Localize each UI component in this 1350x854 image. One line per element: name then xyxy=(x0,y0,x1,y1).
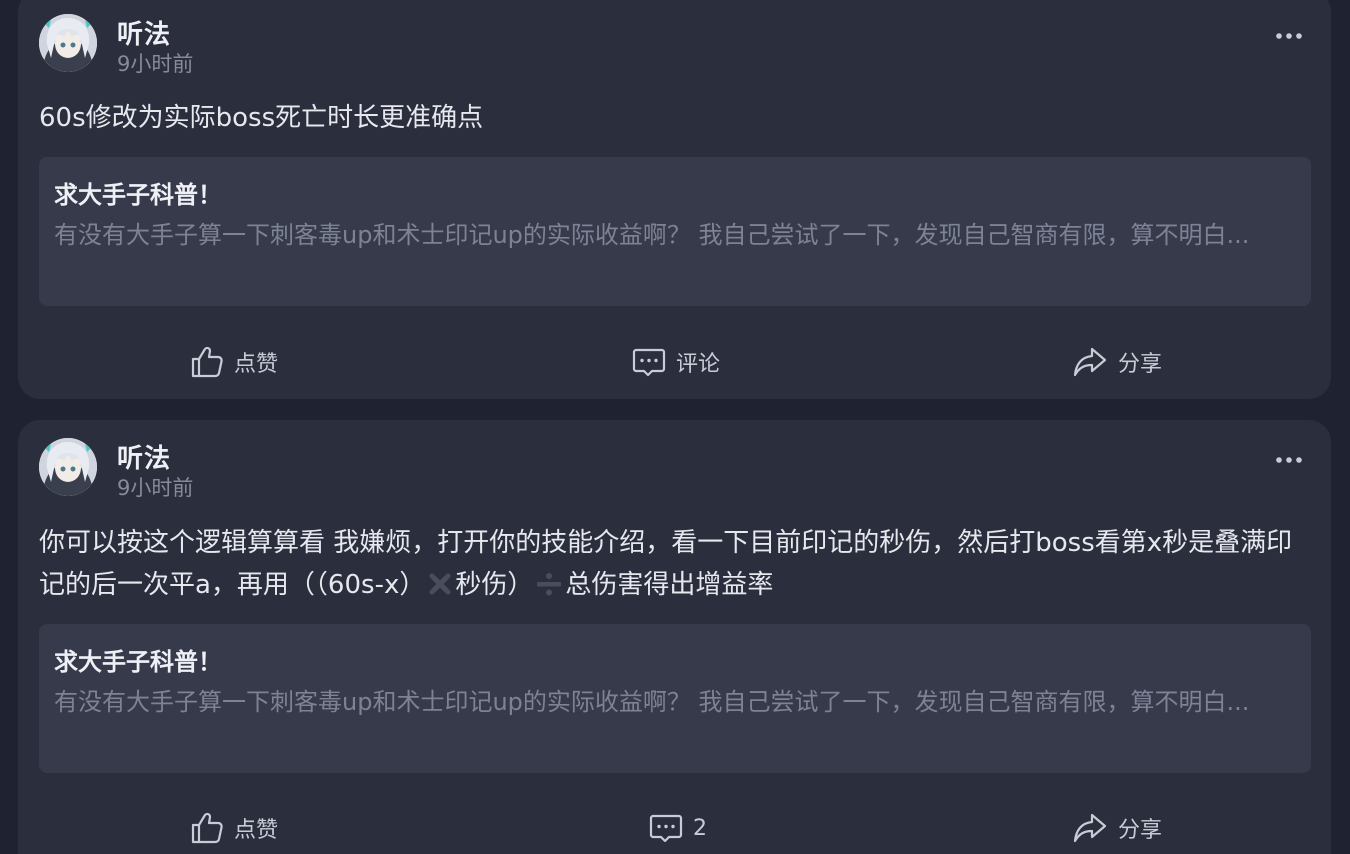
multiply-icon xyxy=(427,568,453,610)
more-options-button[interactable] xyxy=(1269,446,1309,474)
quoted-post-excerpt: 有没有大手子算一下刺客毒up和术士印记up的实际收益啊？ 我自己尝试了一下，发现… xyxy=(54,688,1250,716)
comment-label: 评论 xyxy=(676,352,721,377)
post-header: 听法 9小时前 xyxy=(39,438,1309,502)
quoted-post-title: 求大手子科普！ xyxy=(54,181,222,209)
quoted-post-title: 求大手子科普！ xyxy=(54,648,222,676)
post-content: 你可以按这个逻辑算算看 我嫌烦，打开你的技能介绍，看一下目前印记的秒伤，然后打b… xyxy=(39,522,1299,610)
post-header: 听法 9小时前 xyxy=(39,14,1309,78)
post-text-part: 总伤害得出增益率 xyxy=(565,570,774,600)
comment-count: 2 xyxy=(693,815,707,841)
post-time: 9小时前 xyxy=(117,52,194,76)
avatar-image xyxy=(39,438,97,496)
share-button[interactable]: 分享 xyxy=(1072,342,1162,382)
more-icon xyxy=(1276,457,1302,463)
share-label: 分享 xyxy=(1118,352,1163,377)
post-card: 听法 9小时前 60s修改为实际boss死亡时长更准确点 求大手子科普！ 有没有… xyxy=(18,0,1331,399)
avatar-image xyxy=(39,14,97,72)
share-button[interactable]: 分享 xyxy=(1072,808,1162,848)
avatar[interactable] xyxy=(39,438,97,496)
avatar[interactable] xyxy=(39,14,97,72)
action-bar: 点赞 评论 分享 xyxy=(18,342,1331,382)
post-feed: 听法 9小时前 60s修改为实际boss死亡时长更准确点 求大手子科普！ 有没有… xyxy=(0,0,1350,854)
like-label: 点赞 xyxy=(234,352,279,377)
post-time: 9小时前 xyxy=(117,476,194,500)
more-options-button[interactable] xyxy=(1269,22,1309,50)
more-icon xyxy=(1276,33,1302,39)
author-name[interactable]: 听法 xyxy=(117,438,171,475)
quoted-post[interactable]: 求大手子科普！ 有没有大手子算一下刺客毒up和术士印记up的实际收益啊？ 我自己… xyxy=(39,157,1311,306)
like-label: 点赞 xyxy=(234,818,279,843)
like-button[interactable]: 点赞 xyxy=(190,808,278,848)
like-button[interactable]: 点赞 xyxy=(190,342,278,382)
thumbs-up-icon xyxy=(191,812,223,844)
divide-icon xyxy=(535,568,563,610)
post-text-part: 秒伤） xyxy=(455,570,534,600)
share-icon xyxy=(1073,347,1107,377)
share-icon xyxy=(1073,813,1107,843)
quoted-post[interactable]: 求大手子科普！ 有没有大手子算一下刺客毒up和术士印记up的实际收益啊？ 我自己… xyxy=(39,624,1311,773)
comment-icon xyxy=(649,814,683,843)
thumbs-up-icon xyxy=(191,346,223,378)
comment-icon xyxy=(632,348,666,377)
comment-button[interactable]: 2 xyxy=(649,808,707,848)
quoted-post-excerpt: 有没有大手子算一下刺客毒up和术士印记up的实际收益啊？ 我自己尝试了一下，发现… xyxy=(54,221,1250,249)
action-bar: 点赞 2 分享 xyxy=(18,808,1331,848)
post-card: 听法 9小时前 你可以按这个逻辑算算看 我嫌烦，打开你的技能介绍，看一下目前印记… xyxy=(18,420,1331,854)
post-content: 60s修改为实际boss死亡时长更准确点 xyxy=(39,103,484,133)
author-name[interactable]: 听法 xyxy=(117,14,171,51)
share-label: 分享 xyxy=(1118,818,1163,843)
comment-button[interactable]: 评论 xyxy=(632,342,720,382)
